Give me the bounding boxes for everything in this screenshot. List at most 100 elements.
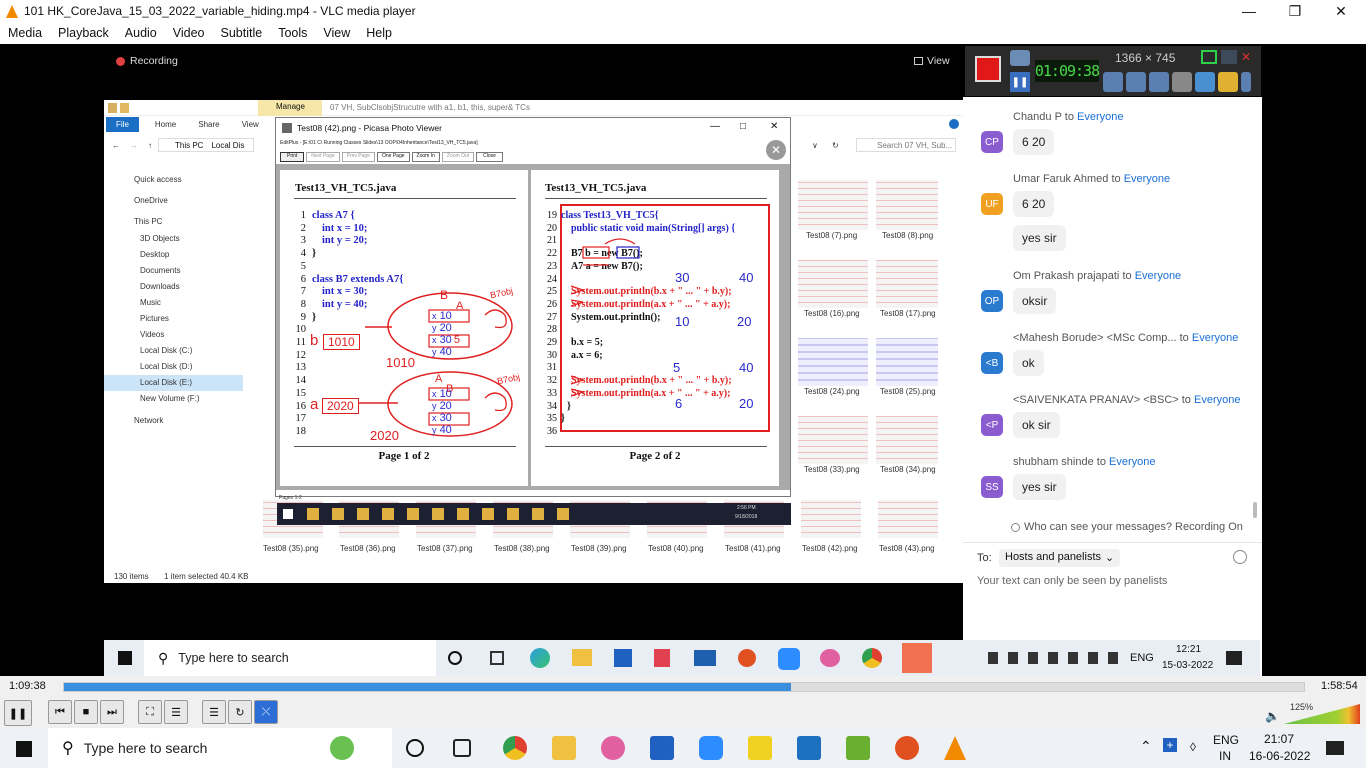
notification-icon[interactable]	[1226, 651, 1242, 665]
tab-home[interactable]: Home	[155, 120, 176, 129]
nav-documents[interactable]: Documents	[140, 266, 180, 275]
stop-button[interactable]: ■	[74, 700, 98, 724]
elapsed-time[interactable]: 1:09:38	[9, 680, 46, 692]
menu-view[interactable]: View	[315, 26, 358, 40]
breadcrumb-local-disk[interactable]: Local Dis	[211, 141, 244, 150]
refresh-icon[interactable]: ↻	[832, 141, 839, 150]
menu-video[interactable]: Video	[165, 26, 213, 40]
zoom-icon[interactable]	[699, 736, 723, 760]
nav-onedrive[interactable]: OneDrive	[134, 196, 168, 205]
nav-new-volume-f[interactable]: New Volume (F:)	[140, 394, 200, 403]
search-box[interactable]: Search 07 VH, Sub...	[856, 138, 956, 152]
rec-minimize-icon[interactable]	[1221, 50, 1237, 64]
maximize-button[interactable]: ❐	[1272, 0, 1318, 22]
notification-icon[interactable]	[1326, 741, 1344, 755]
ribbon-manage-tab[interactable]: Manage	[258, 100, 322, 116]
file-explorer-icon[interactable]	[572, 649, 592, 666]
lang-region[interactable]: IN	[1219, 749, 1231, 763]
windows-start-icon[interactable]	[118, 651, 132, 665]
chrome-icon[interactable]	[862, 648, 882, 668]
thumbnail[interactable]	[798, 260, 868, 308]
address-dropdown-icon[interactable]: ∨	[812, 141, 818, 150]
extended-settings-button[interactable]: ☰	[164, 700, 188, 724]
store-icon[interactable]	[614, 649, 632, 667]
menu-tools[interactable]: Tools	[270, 26, 315, 40]
zoom-out-button[interactable]: Zoom Out	[441, 152, 475, 162]
thumbnail[interactable]	[798, 180, 868, 230]
plus-icon[interactable]: +	[1163, 738, 1177, 752]
chart-app-icon[interactable]	[846, 736, 870, 760]
clock-date[interactable]: 16-06-2022	[1249, 749, 1310, 763]
previous-button[interactable]: ⏮	[48, 700, 72, 724]
vlc-icon[interactable]	[944, 736, 966, 760]
sticky-notes-icon[interactable]	[748, 736, 772, 760]
nav-music[interactable]: Music	[140, 298, 161, 307]
cortana-icon[interactable]	[406, 739, 424, 757]
chat-input[interactable]: Your text can only be seen by panelists	[977, 575, 1167, 587]
thumbnail[interactable]	[876, 180, 938, 230]
rec-fullscreen-icon[interactable]	[1201, 50, 1217, 64]
total-time[interactable]: 1:58:54	[1321, 680, 1358, 692]
picasa-close-circle-icon[interactable]: ✕	[766, 140, 786, 160]
gift-icon[interactable]	[654, 649, 670, 667]
pause-button[interactable]: ❚❚	[1010, 72, 1030, 92]
wifi-icon[interactable]: ◊	[1190, 740, 1196, 754]
tab-share[interactable]: Share	[198, 120, 219, 129]
mail-icon[interactable]	[694, 650, 716, 666]
task-view-icon[interactable]	[490, 651, 504, 665]
privacy-notice[interactable]: Who can see your messages? Recording On	[1011, 521, 1243, 533]
task-view-icon[interactable]	[453, 739, 471, 757]
recorder-icon[interactable]	[895, 736, 919, 760]
nav-3d-objects[interactable]: 3D Objects	[140, 234, 180, 243]
tab-file[interactable]: File	[106, 116, 139, 132]
nav-this-pc[interactable]: This PC	[134, 217, 162, 226]
close-button[interactable]: ✕	[1318, 0, 1364, 22]
thumbnail[interactable]	[801, 500, 861, 538]
loop-button[interactable]: ↻	[228, 700, 252, 724]
up-icon[interactable]: ↑	[148, 141, 152, 150]
chat-scrollbar[interactable]	[1253, 502, 1257, 518]
photos-icon[interactable]	[797, 736, 821, 760]
camera-icon[interactable]	[1010, 50, 1030, 66]
nav-quick-access[interactable]: Quick access	[134, 175, 182, 184]
cursor-icon[interactable]	[1172, 72, 1192, 92]
tab-view[interactable]: View	[242, 120, 259, 129]
emoji-icon[interactable]	[1233, 550, 1247, 564]
thumbnail[interactable]	[798, 416, 868, 464]
volume-icon[interactable]	[1103, 72, 1123, 92]
snip-icon[interactable]	[902, 643, 932, 673]
recorder-icon[interactable]	[738, 649, 756, 667]
picasa-close[interactable]: ✕	[770, 121, 778, 132]
nav-videos[interactable]: Videos	[140, 330, 164, 339]
picasa-minimize[interactable]: —	[710, 121, 720, 132]
nav-local-disk-d[interactable]: Local Disk (D:)	[140, 362, 192, 371]
one-page-button[interactable]: One Page	[377, 152, 410, 162]
thumbnail[interactable]	[878, 500, 938, 538]
next-page-button[interactable]: Next Page	[306, 152, 340, 162]
thumbnail[interactable]	[876, 338, 938, 386]
pen-icon[interactable]	[1195, 72, 1215, 92]
zoom-in-button[interactable]: Zoom In	[411, 152, 440, 162]
weather-icon[interactable]	[330, 736, 354, 760]
edge-icon[interactable]	[530, 648, 550, 668]
chrome-icon[interactable]	[503, 736, 527, 760]
mic-icon[interactable]	[1126, 72, 1146, 92]
rec-close-icon[interactable]: ✕	[1241, 50, 1251, 64]
start-icon[interactable]	[16, 741, 32, 757]
thumbnail[interactable]	[876, 260, 938, 308]
fullscreen-button[interactable]: ⛶	[138, 700, 162, 724]
menu-help[interactable]: Help	[358, 26, 400, 40]
paint-icon[interactable]	[601, 736, 625, 760]
folder-icon[interactable]	[1218, 72, 1238, 92]
nav-desktop[interactable]: Desktop	[140, 250, 169, 259]
clock-time[interactable]: 21:07	[1264, 732, 1294, 746]
address-bar[interactable]: This PC Local Dis	[158, 138, 254, 152]
menu-playback[interactable]: Playback	[50, 26, 117, 40]
store-icon[interactable]	[650, 736, 674, 760]
nav-local-disk-e[interactable]: Local Disk (E:)	[104, 375, 243, 391]
random-button[interactable]: ⤬	[254, 700, 278, 724]
forward-icon[interactable]: →	[130, 141, 138, 150]
nav-downloads[interactable]: Downloads	[140, 282, 180, 291]
next-button[interactable]: ⏭	[100, 700, 124, 724]
close-preview-button[interactable]: Close	[476, 152, 503, 162]
